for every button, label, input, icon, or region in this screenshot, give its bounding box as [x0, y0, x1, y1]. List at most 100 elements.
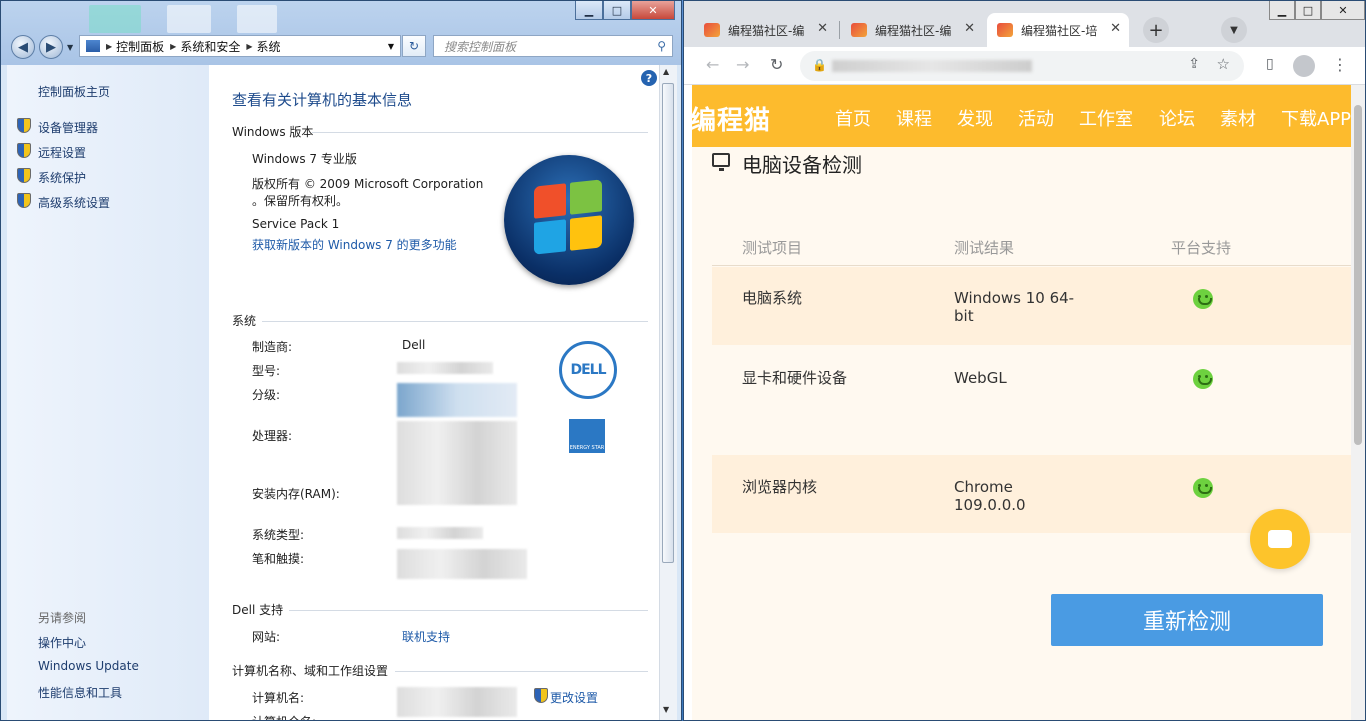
advanced-settings-link[interactable]: 高级系统设置 [38, 194, 110, 211]
side-panel-icon[interactable]: ▯ [1266, 56, 1274, 72]
performance-tools-link[interactable]: 性能信息和工具 [38, 684, 122, 701]
close-tab-icon[interactable]: ✕ [1110, 21, 1121, 36]
action-center-link[interactable]: 操作中心 [38, 634, 86, 651]
page-title: 查看有关计算机的基本信息 [232, 91, 413, 109]
computer-name-header: 计算机名称、域和工作组设置 [232, 664, 389, 678]
logo-yellow-pane [570, 215, 602, 251]
processor-label: 处理器: [252, 429, 293, 443]
change-settings-link[interactable]: 更改设置 [550, 689, 598, 706]
system-protection-link[interactable]: 系统保护 [38, 169, 86, 186]
supported-smiley-icon [1193, 478, 1213, 498]
history-dropdown-icon[interactable]: ▼ [67, 43, 73, 52]
table-row: 显卡和硬件设备 WebGL [712, 347, 1351, 455]
online-support-link[interactable]: 联机支持 [402, 628, 450, 645]
nav-home[interactable]: 首页 [835, 105, 871, 131]
windows-update-link[interactable]: Windows Update [38, 659, 139, 673]
scrollbar-thumb[interactable] [1354, 105, 1362, 445]
site-favicon [851, 23, 867, 37]
breadcrumb-control-panel[interactable]: 控制面板 [116, 38, 164, 55]
more-features-link[interactable]: 获取新版本的 Windows 7 的更多功能 [252, 236, 457, 253]
site-favicon [997, 23, 1013, 37]
row-item: 浏览器内核 [742, 478, 818, 496]
maximize-button[interactable]: □ [603, 1, 631, 20]
column-test-item: 测试项目 [742, 239, 803, 257]
profile-avatar-icon[interactable] [1293, 55, 1315, 77]
redacted-computer-name [397, 687, 517, 717]
back-arrow-icon[interactable]: ← [706, 55, 719, 74]
chat-support-button[interactable] [1250, 509, 1310, 569]
menu-kebab-icon[interactable]: ⋮ [1332, 55, 1348, 74]
system-type-label: 系统类型: [252, 528, 305, 542]
bookmark-star-icon[interactable]: ☆ [1217, 55, 1230, 73]
search-icon[interactable]: ⚲ [657, 39, 666, 53]
vertical-scrollbar[interactable]: ▲ ▼ [659, 65, 677, 720]
maximize-button[interactable]: □ [1295, 1, 1321, 20]
forward-arrow-icon[interactable]: → [736, 55, 749, 74]
tab-strip: 编程猫社区-编 ✕ 编程猫社区-编 ✕ 编程猫社区-培 ✕ + ▼ ▁ □ ✕ [684, 1, 1365, 47]
share-icon[interactable]: ⇪ [1188, 56, 1200, 72]
see-also-heading: 另请参阅 [38, 611, 87, 625]
nav-studio[interactable]: 工作室 [1079, 105, 1133, 131]
minimize-button[interactable]: ▁ [1269, 1, 1295, 20]
model-label: 型号: [252, 364, 281, 378]
close-button[interactable]: ✕ [1321, 1, 1365, 20]
logo-blue-pane [534, 219, 566, 255]
search-input[interactable]: 搜索控制面板 ⚲ [433, 35, 673, 57]
scrollbar-thumb[interactable] [662, 83, 674, 563]
nav-courses[interactable]: 课程 [896, 105, 932, 131]
row-item: 电脑系统 [742, 289, 803, 307]
webpage: 编程猫 首页 课程 发现 活动 工作室 论坛 素材 下载APP 电脑设备检测 测… [692, 85, 1351, 720]
close-button[interactable]: ✕ [631, 1, 675, 20]
nav-materials[interactable]: 素材 [1220, 105, 1256, 131]
browser-window: 编程猫社区-编 ✕ 编程猫社区-编 ✕ 编程猫社区-培 ✕ + ▼ ▁ □ ✕ … [683, 0, 1366, 721]
tab-title: 编程猫社区-培 [1021, 23, 1098, 38]
scroll-down-icon[interactable]: ▼ [663, 705, 669, 714]
redacted-rating [397, 383, 517, 417]
chat-bubble-icon [1268, 530, 1292, 548]
nav-download-app[interactable]: 下载APP [1281, 105, 1351, 131]
uac-shield-icon [17, 193, 31, 208]
window-frame: ▁ □ ✕ ◀ ▶ ▼ ▶ 控制面板 ▶ 系统和安全 ▶ 系统 ▼ ↻ 搜索控制… [1, 1, 681, 65]
reload-icon[interactable]: ↻ [770, 55, 783, 74]
site-logo[interactable]: 编程猫 [692, 100, 771, 137]
nav-events[interactable]: 活动 [1018, 105, 1054, 131]
back-button[interactable]: ◀ [11, 35, 35, 59]
help-icon[interactable]: ? [641, 70, 657, 86]
website-label: 网站: [252, 630, 281, 644]
page-scrollbar[interactable] [1351, 85, 1365, 720]
chevron-right-icon: ▶ [246, 41, 253, 51]
device-manager-link[interactable]: 设备管理器 [38, 119, 98, 136]
browser-tab-active[interactable]: 编程猫社区-培 ✕ [987, 13, 1129, 47]
edition-value: Windows 7 专业版 [252, 152, 357, 166]
minimize-button[interactable]: ▁ [575, 1, 603, 20]
tab-search-button[interactable]: ▼ [1221, 17, 1247, 43]
energy-star-logo: ENERGY STAR [569, 419, 605, 453]
forward-button[interactable]: ▶ [39, 35, 63, 59]
system-header: 系统 [232, 314, 257, 328]
browser-tab[interactable]: 编程猫社区-编 ✕ [694, 13, 836, 47]
close-tab-icon[interactable]: ✕ [817, 21, 828, 36]
copyright-line-2: 。保留所有权利。 [252, 194, 349, 208]
redacted-processor [397, 421, 517, 505]
refresh-button[interactable]: ↻ [402, 35, 426, 57]
address-bar[interactable]: ▶ 控制面板 ▶ 系统和安全 ▶ 系统 ▼ [79, 35, 401, 57]
address-dropdown-icon[interactable]: ▼ [388, 42, 394, 51]
remote-settings-link[interactable]: 远程设置 [38, 144, 86, 161]
nav-discover[interactable]: 发现 [957, 105, 993, 131]
nav-forum[interactable]: 论坛 [1159, 105, 1195, 131]
logo-green-pane [570, 179, 602, 215]
close-tab-icon[interactable]: ✕ [964, 21, 975, 36]
forward-arrow-icon: ▶ [46, 39, 56, 55]
url-bar[interactable]: 🔒 ⇪ ☆ [800, 51, 1244, 81]
logo-red-pane [534, 183, 566, 219]
breadcrumb-system[interactable]: 系统 [257, 38, 281, 55]
recheck-button[interactable]: 重新检测 [1051, 594, 1323, 646]
tab-title: 编程猫社区-编 [728, 23, 805, 38]
scroll-up-icon[interactable]: ▲ [663, 67, 669, 76]
control-panel-home-link[interactable]: 控制面板主页 [38, 83, 110, 100]
breadcrumb-system-security[interactable]: 系统和安全 [180, 38, 240, 55]
column-platform-support: 平台支持 [1171, 239, 1232, 257]
manufacturer-value: Dell [402, 338, 426, 352]
browser-tab[interactable]: 编程猫社区-编 ✕ [841, 13, 983, 47]
new-tab-button[interactable]: + [1143, 17, 1169, 43]
